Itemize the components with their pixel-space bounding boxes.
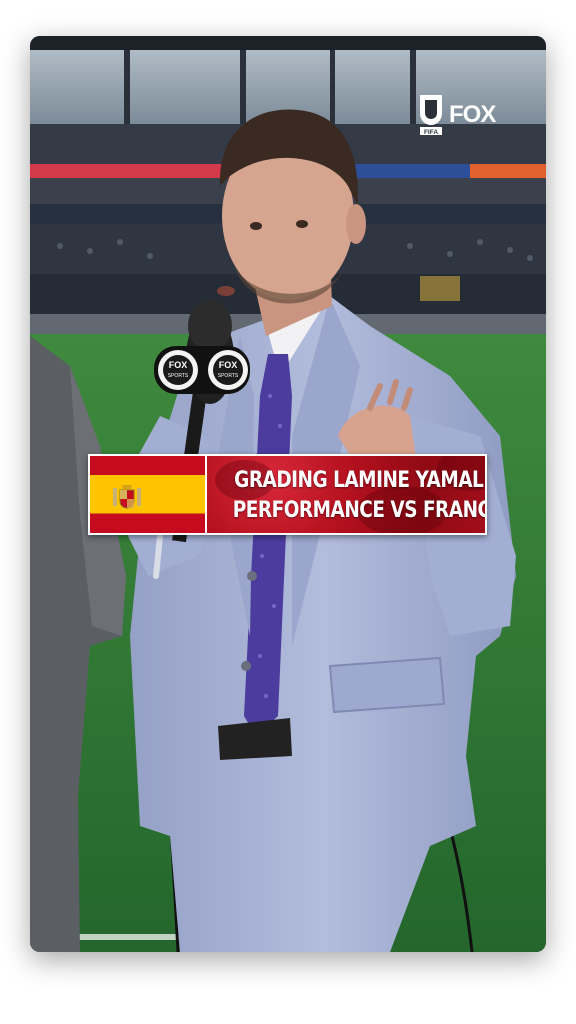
svg-text:SPORTS: SPORTS — [168, 373, 189, 379]
fifa-trophy-icon: FIFA — [416, 93, 446, 137]
headline-line-1: GRADING LAMINE YAMAL'S — [234, 468, 487, 493]
svg-text:FOX: FOX — [169, 360, 188, 370]
spain-crest-icon — [113, 485, 141, 509]
headline-line-2: PERFORMANCE VS FRANCE — [232, 498, 487, 523]
svg-text:SPORTS: SPORTS — [218, 373, 239, 379]
mic-flag: FOX SPORTS FOX SPORTS — [154, 346, 250, 394]
fox-logo-text: FOX — [449, 101, 496, 128]
headline-panel: GRADING LAMINE YAMAL'S PERFORMANCE VS FR… — [207, 456, 487, 533]
spain-flag-icon — [90, 456, 207, 533]
fifa-fox-logo: FIFA FOX — [416, 92, 506, 138]
svg-text:FOX: FOX — [219, 360, 238, 370]
svg-text:FIFA: FIFA — [424, 129, 438, 136]
video-frame[interactable]: FOX SPORTS FOX SPORTS FIFA FOX GRADING L… — [30, 36, 546, 952]
lower-third-banner: GRADING LAMINE YAMAL'S PERFORMANCE VS FR… — [88, 454, 487, 535]
